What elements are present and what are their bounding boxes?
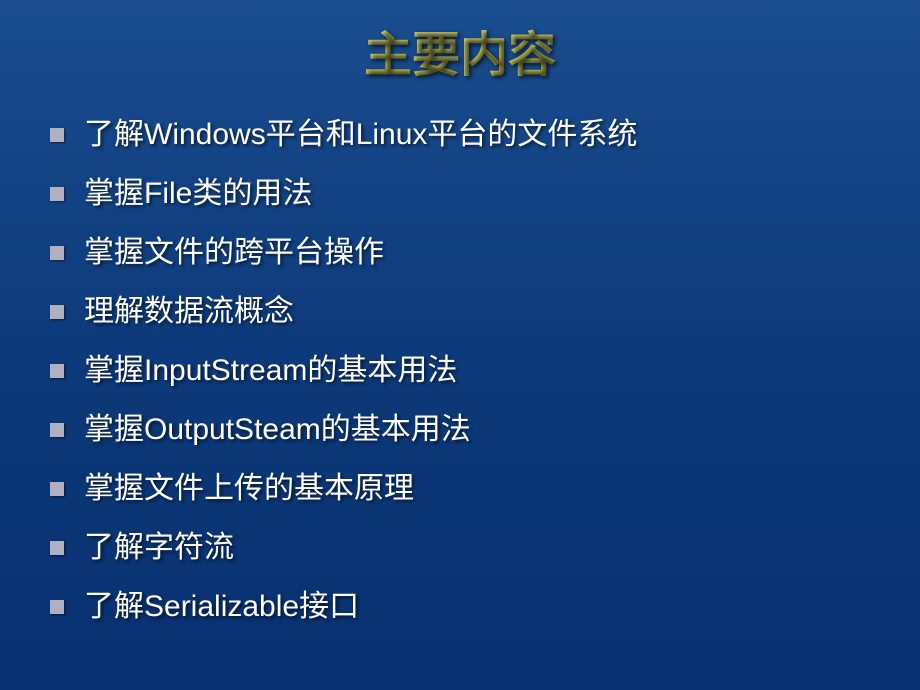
bullet-text: 了解字符流 [84,528,234,567]
bullet-icon [50,187,64,201]
bullet-text: 掌握InputStream的基本用法 [84,351,457,390]
list-item: 掌握File类的用法 [50,174,890,213]
list-item: 了解Serializable接口 [50,587,890,626]
bullet-text: 掌握文件的跨平台操作 [84,233,384,272]
list-item: 掌握文件的跨平台操作 [50,233,890,272]
bullet-icon [50,423,64,437]
bullet-text: 掌握文件上传的基本原理 [84,469,414,508]
list-item: 掌握OutputSteam的基本用法 [50,410,890,449]
bullet-icon [50,482,64,496]
title-text: 主要内容 [364,29,556,82]
list-item: 掌握InputStream的基本用法 [50,351,890,390]
bullet-list: 了解Windows平台和Linux平台的文件系统 掌握File类的用法 掌握文件… [30,115,890,626]
bullet-icon [50,600,64,614]
bullet-icon [50,246,64,260]
list-item: 了解字符流 [50,528,890,567]
list-item: 掌握文件上传的基本原理 [50,469,890,508]
slide-container: 主要内容 了解Windows平台和Linux平台的文件系统 掌握File类的用法… [0,0,920,676]
bullet-text: 掌握File类的用法 [84,174,312,213]
list-item: 理解数据流概念 [50,292,890,331]
bullet-icon [50,128,64,142]
bullet-icon [50,305,64,319]
bullet-text: 了解Serializable接口 [84,587,359,626]
bullet-text: 理解数据流概念 [84,292,294,331]
bullet-icon [50,541,64,555]
bullet-text: 掌握OutputSteam的基本用法 [84,410,471,449]
bullet-icon [50,364,64,378]
bullet-text: 了解Windows平台和Linux平台的文件系统 [84,115,637,154]
list-item: 了解Windows平台和Linux平台的文件系统 [50,115,890,154]
slide-title: 主要内容 [30,15,890,85]
